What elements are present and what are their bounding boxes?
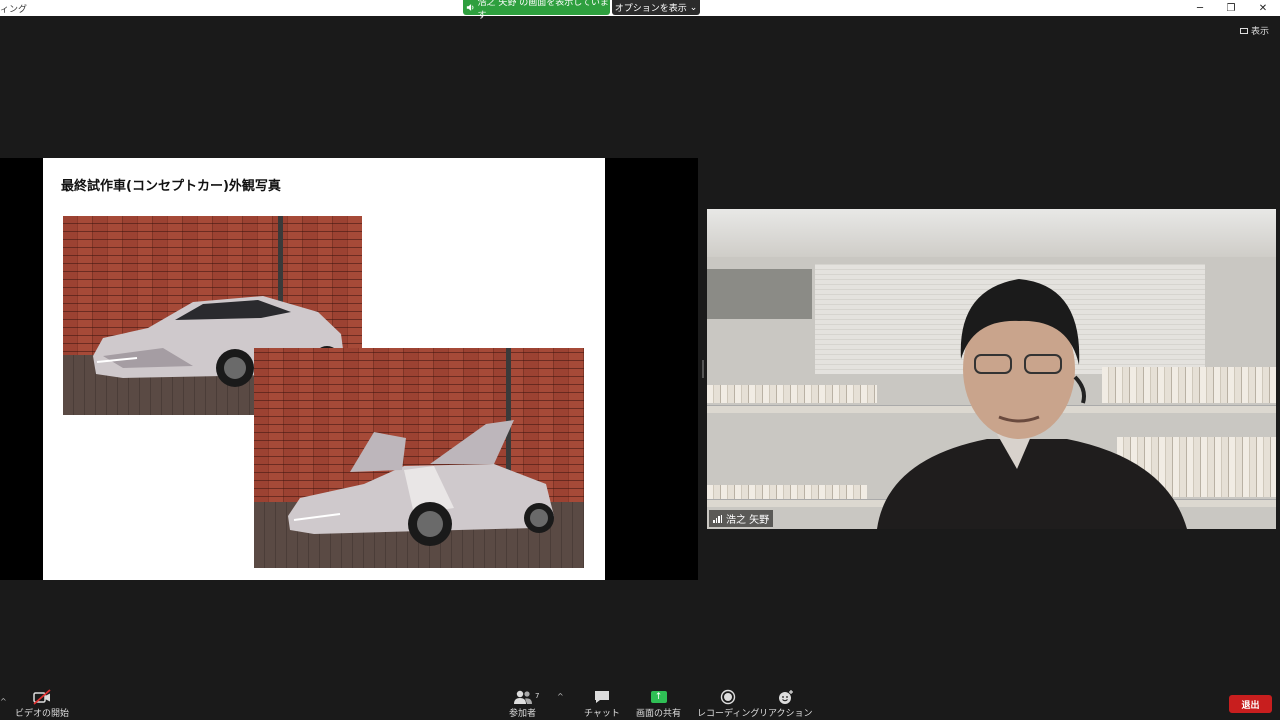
view-toggle-label: 表示 xyxy=(1251,27,1270,37)
screen-share-status-pill: 浩之 矢野 の画面を表示しています xyxy=(463,0,610,21)
restore-button[interactable]: ❐ xyxy=(1216,0,1246,16)
split-view-drag-handle[interactable] xyxy=(702,360,704,378)
start-video-label: ビデオの開始 xyxy=(15,709,70,719)
record-label: レコーディング xyxy=(697,709,760,719)
speaker-icon xyxy=(466,4,474,11)
record-button[interactable]: レコーディング xyxy=(697,688,759,719)
leave-meeting-label: 退出 xyxy=(1241,700,1260,711)
close-icon: ✕ xyxy=(1258,2,1268,14)
minimize-button[interactable]: ─ xyxy=(1185,0,1215,16)
restore-icon: ❐ xyxy=(1226,2,1236,14)
presentation-slide: 最終試作車(コンセプトカー)外観写真 xyxy=(43,158,605,580)
app-title: ィング xyxy=(0,5,28,15)
room-ceiling xyxy=(707,209,1276,257)
share-screen-icon: ↑ xyxy=(650,688,667,706)
video-off-icon xyxy=(32,688,52,706)
title-bar: ィング 浩之 矢野 の画面を表示しています オプションを表示 ⌄ ─ ❐ ✕ xyxy=(0,0,1280,21)
signal-strength-icon xyxy=(713,514,722,523)
participant-person xyxy=(877,279,1187,529)
close-window-button[interactable]: ✕ xyxy=(1248,0,1278,16)
record-icon xyxy=(720,688,736,706)
window-dark-panel xyxy=(707,269,812,319)
participant-count: 7 xyxy=(535,692,540,700)
reactions-button[interactable]: リアクション xyxy=(759,688,813,719)
participants-button[interactable]: 参加者 xyxy=(509,688,536,719)
view-options-label: オプションを表示 xyxy=(614,4,687,14)
participant-video-tile[interactable]: 浩之 矢野 xyxy=(707,209,1276,529)
start-video-button[interactable]: ビデオの開始 xyxy=(15,688,69,719)
car-photo-doors-open xyxy=(254,348,584,568)
share-screen-button[interactable]: ↑ 画面の共有 xyxy=(636,688,681,719)
participants-icon xyxy=(512,688,534,706)
participant-name: 浩之 矢野 xyxy=(726,515,770,526)
chat-icon xyxy=(593,688,611,706)
participant-name-tag: 浩之 矢野 xyxy=(709,510,774,527)
minimize-icon: ─ xyxy=(1196,2,1204,14)
view-options-button[interactable]: オプションを表示 ⌄ xyxy=(612,0,700,15)
slide-title: 最終試作車(コンセプトカー)外観写真 xyxy=(61,179,281,194)
grid-view-icon xyxy=(1240,27,1248,34)
chevron-down-icon: ⌄ xyxy=(689,2,698,13)
chat-button[interactable]: チャット xyxy=(584,688,620,719)
reactions-label: リアクション xyxy=(759,709,813,719)
audio-options-caret[interactable]: ^ xyxy=(0,697,7,706)
emoji-icon xyxy=(777,688,795,706)
chat-label: チャット xyxy=(584,709,620,719)
leave-meeting-button[interactable]: 退出 xyxy=(1229,695,1272,713)
participants-label: 参加者 xyxy=(509,709,537,719)
view-toggle-button[interactable]: 表示 xyxy=(1240,24,1269,37)
share-screen-label: 画面の共有 xyxy=(636,709,682,719)
bookshelf xyxy=(707,485,867,499)
concept-car-image xyxy=(288,420,554,546)
share-status-text: 浩之 矢野 の画面を表示しています xyxy=(477,0,609,21)
shared-screen: 最終試作車(コンセプトカー)外観写真 xyxy=(0,158,698,580)
participants-options-caret[interactable]: ^ xyxy=(557,692,564,701)
